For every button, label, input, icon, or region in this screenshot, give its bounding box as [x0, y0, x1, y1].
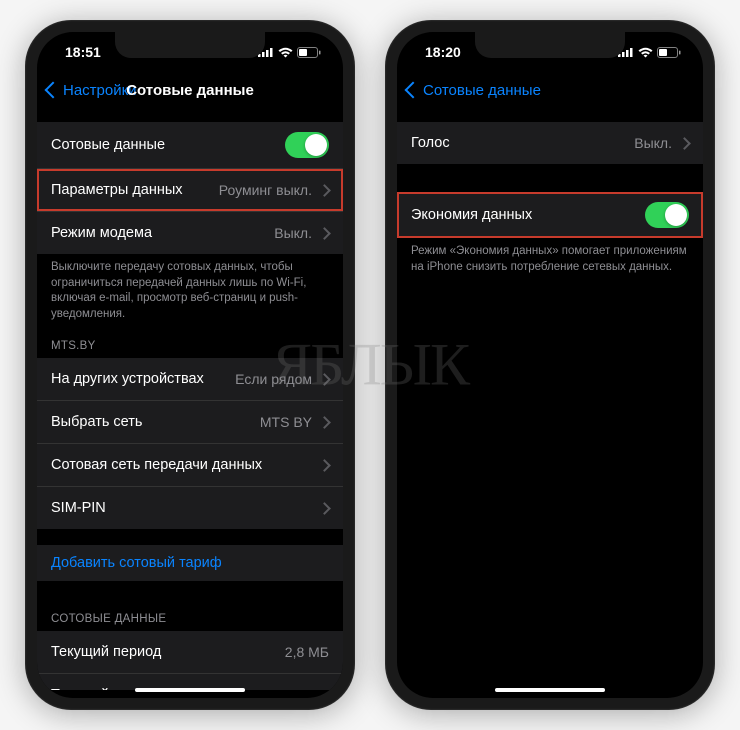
row-label: На других устройствах: [51, 371, 204, 387]
chevron-right-icon: [318, 184, 331, 197]
content-area[interactable]: Голос Выкл. Экономия данных Режим «Эконо…: [397, 114, 703, 690]
add-plan-button[interactable]: Добавить сотовый тариф: [37, 545, 343, 581]
row-select-network[interactable]: Выбрать сеть MTS BY: [37, 401, 343, 444]
section-usage: Текущий период 2,8 МБ Текущий период роу…: [37, 631, 343, 690]
row-hotspot[interactable]: Режим модема Выкл.: [37, 212, 343, 254]
back-button[interactable]: Сотовые данные: [407, 82, 541, 99]
section-carrier: На других устройствах Если рядом Выбрать…: [37, 358, 343, 529]
row-value: Роуминг выкл.: [219, 182, 329, 198]
chevron-right-icon: [318, 502, 331, 515]
screen-right: 18:20 Сотовые данные Голос: [397, 32, 703, 698]
wifi-icon: [638, 47, 653, 58]
wifi-icon: [278, 47, 293, 58]
nav-bar: Сотовые данные: [397, 72, 703, 114]
row-data-network[interactable]: Сотовая сеть передачи данных: [37, 444, 343, 487]
home-indicator: [495, 688, 605, 692]
section-header: СОТОВЫЕ ДАННЫЕ: [37, 609, 343, 629]
section-add-plan: Добавить сотовый тариф: [37, 545, 343, 581]
battery-icon: [297, 47, 321, 58]
chevron-right-icon: [318, 459, 331, 472]
status-time: 18:20: [425, 44, 461, 60]
row-value: Выкл.: [634, 135, 689, 151]
row-label: Сотовая сеть передачи данных: [51, 457, 262, 473]
chevron-left-icon: [45, 82, 62, 99]
battery-icon: [657, 47, 681, 58]
row-low-data-mode[interactable]: Экономия данных: [397, 192, 703, 238]
chevron-right-icon: [318, 416, 331, 429]
notch: [475, 32, 625, 58]
row-voice[interactable]: Голос Выкл.: [397, 122, 703, 164]
row-label: Параметры данных: [51, 182, 183, 198]
toggle-low-data-mode[interactable]: [645, 202, 689, 228]
row-value: [320, 504, 329, 513]
row-value: Выкл.: [274, 225, 329, 241]
row-value: MTS BY: [260, 414, 329, 430]
chevron-left-icon: [405, 82, 422, 99]
row-value: [320, 461, 329, 470]
row-other-devices[interactable]: На других устройствах Если рядом: [37, 358, 343, 401]
row-label: Режим модема: [51, 225, 152, 241]
section-footer: Режим «Экономия данных» помогает приложе…: [397, 238, 703, 281]
section-low-data: Экономия данных: [397, 192, 703, 238]
row-label: Текущий период: [51, 644, 161, 660]
chevron-right-icon: [318, 373, 331, 386]
section-header: MTS.BY: [37, 336, 343, 356]
row-data-options[interactable]: Параметры данных Роуминг выкл.: [37, 169, 343, 212]
row-value: 2,8 МБ: [285, 644, 329, 660]
row-value: 0 Б: [308, 687, 329, 690]
row-current-period[interactable]: Текущий период 2,8 МБ: [37, 631, 343, 674]
row-label: Сотовые данные: [51, 137, 165, 153]
nav-bar: Настройки Сотовые данные: [37, 72, 343, 114]
chevron-right-icon: [318, 227, 331, 240]
row-label: Голос: [411, 135, 450, 151]
row-label: SIM-PIN: [51, 500, 106, 516]
screen-left: 18:51 Настройки Сотовые данные: [37, 32, 343, 698]
row-value: Если рядом: [235, 371, 329, 387]
back-label: Сотовые данные: [423, 82, 541, 99]
row-sim-pin[interactable]: SIM-PIN: [37, 487, 343, 529]
notch: [115, 32, 265, 58]
section-footer: Выключите передачу сотовых данных, чтобы…: [37, 254, 343, 328]
status-right: [258, 47, 321, 58]
content-area[interactable]: Сотовые данные Параметры данных Роуминг …: [37, 114, 343, 690]
phone-left: 18:51 Настройки Сотовые данные: [25, 20, 355, 710]
page-title: Сотовые данные: [126, 82, 254, 99]
toggle-cellular-data[interactable]: [285, 132, 329, 158]
status-right: [618, 47, 681, 58]
section-voice: Голос Выкл.: [397, 122, 703, 164]
back-button[interactable]: Настройки: [47, 82, 137, 99]
section-cellular: Сотовые данные Параметры данных Роуминг …: [37, 122, 343, 254]
home-indicator: [135, 688, 245, 692]
row-cellular-data[interactable]: Сотовые данные: [37, 122, 343, 169]
chevron-right-icon: [678, 137, 691, 150]
phone-right: 18:20 Сотовые данные Голос: [385, 20, 715, 710]
row-label: Экономия данных: [411, 207, 532, 223]
row-label: Выбрать сеть: [51, 414, 142, 430]
status-time: 18:51: [65, 44, 101, 60]
